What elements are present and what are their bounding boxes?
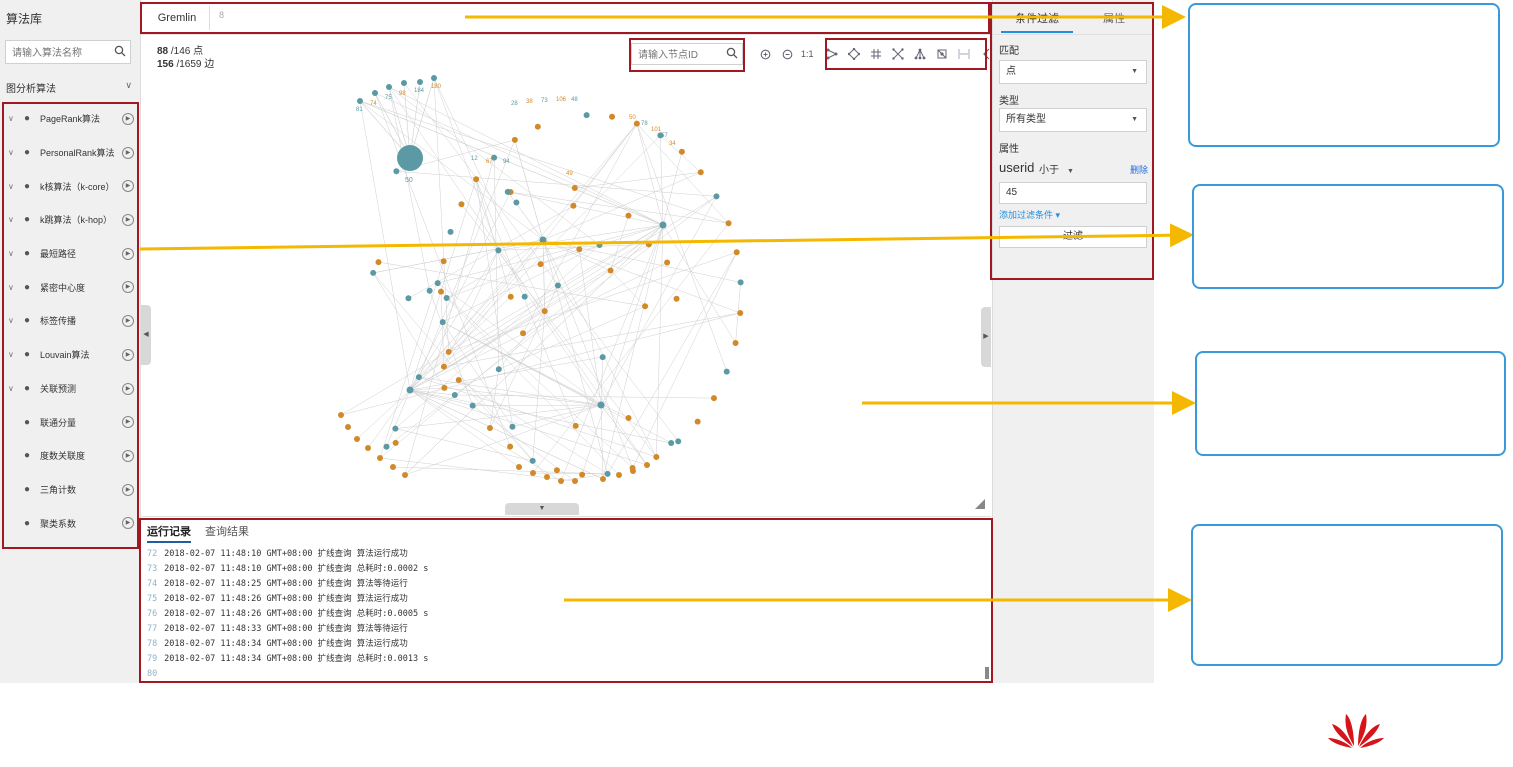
callout-box [1191,524,1503,666]
huawei-logo-icon [1328,714,1384,748]
callout-box [1195,351,1506,456]
callout-box [1192,184,1504,289]
callout-box [1188,3,1500,147]
arrow-algorithm-list [139,223,1194,251]
